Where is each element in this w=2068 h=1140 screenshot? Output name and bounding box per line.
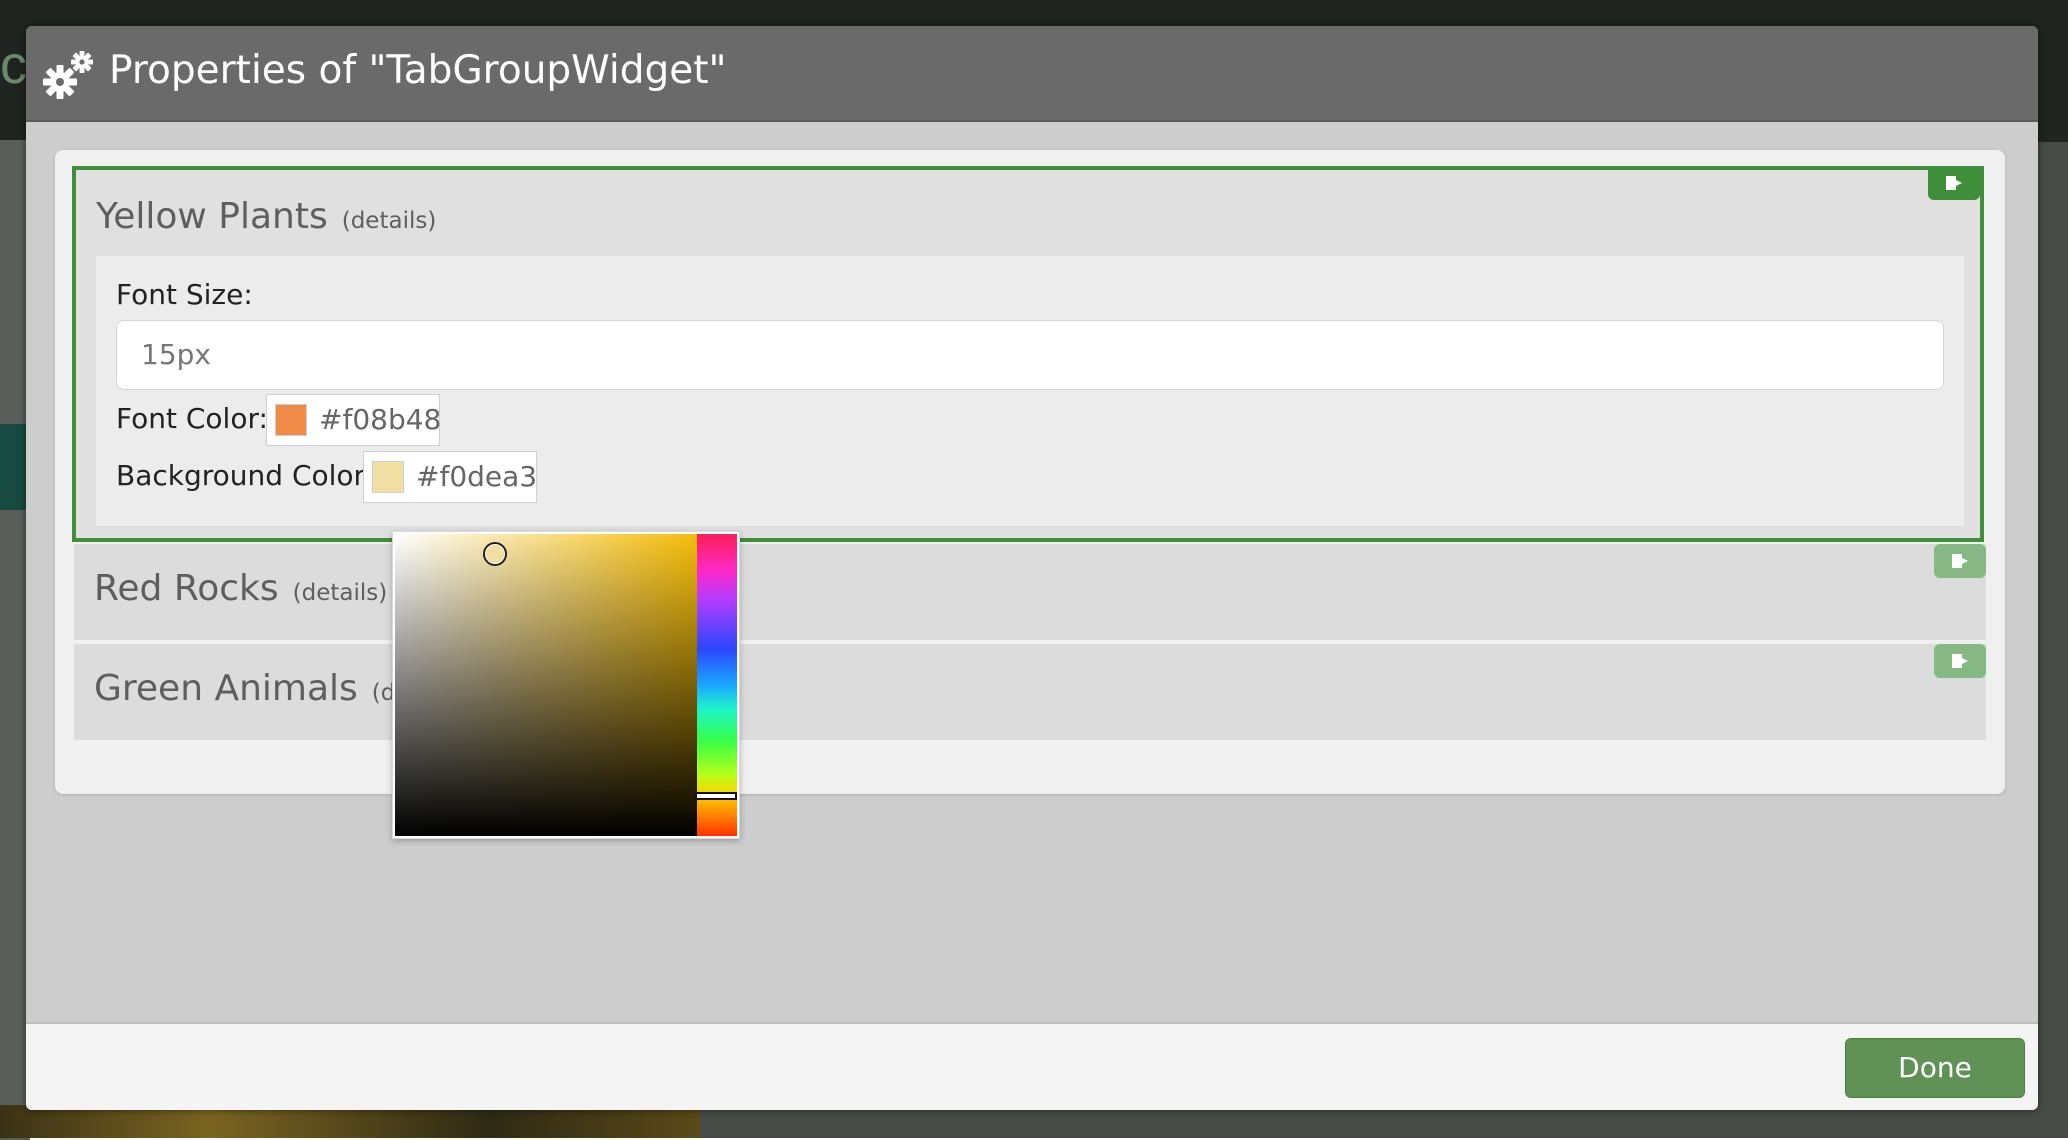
background-color-field[interactable]: #f0dea3 [363, 451, 537, 503]
font-color-label: Font Color: [116, 402, 268, 435]
hue-slider-handle[interactable] [695, 792, 737, 800]
tab-toggle-button[interactable] [1934, 644, 1986, 678]
dialog-title: Properties of "TabGroupWidget" [109, 48, 727, 93]
tab-title-label: Red Rocks [94, 568, 279, 609]
hue-slider[interactable] [697, 534, 737, 836]
tab-section-green-animals: Green Animals(details) [74, 644, 1986, 740]
gears-icon [43, 51, 93, 99]
tab-details-link[interactable]: (details) [342, 208, 437, 234]
font-size-label: Font Size: [116, 278, 253, 311]
font-color-swatch[interactable] [275, 404, 307, 436]
tab-toggle-icon [1952, 554, 1968, 568]
background-color-label: Background Color: [116, 459, 374, 492]
font-color-hex: #f08b48 [319, 403, 442, 436]
done-button[interactable]: Done [1845, 1038, 2025, 1098]
background-logo-fragment: c [0, 35, 27, 95]
tab-title-red-rocks[interactable]: Red Rocks (details) [94, 568, 387, 609]
background-color-hex: #f0dea3 [416, 460, 538, 493]
tab-properties-box: Font Size: 15px Font Color: #f08b48 Back… [96, 256, 1964, 526]
tab-title-label: Green Animals [94, 668, 358, 709]
tab-group-panel: Yellow Plants (details) Font Size: 15px F… [55, 150, 2005, 794]
tab-toggle-icon [1946, 176, 1962, 190]
tab-toggle-button[interactable] [1934, 544, 1986, 578]
background-color-swatch[interactable] [372, 461, 404, 493]
properties-dialog: Properties of "TabGroupWidget" Yellow Pl… [26, 26, 2038, 1110]
tab-toggle-button[interactable] [1928, 166, 1980, 200]
tab-details-link[interactable]: (details) [293, 580, 388, 606]
saturation-value-handle[interactable] [483, 542, 507, 566]
dialog-header: Properties of "TabGroupWidget" [26, 26, 2038, 122]
tab-section-yellow-plants: Yellow Plants (details) Font Size: 15px F… [72, 166, 1984, 542]
font-size-input[interactable]: 15px [116, 320, 1944, 390]
tab-title-yellow-plants[interactable]: Yellow Plants (details) [96, 196, 436, 237]
saturation-value-area[interactable] [395, 534, 697, 836]
dialog-footer: Done [26, 1022, 2038, 1110]
tab-title-label: Yellow Plants [96, 196, 328, 237]
font-color-field[interactable]: #f08b48 [266, 394, 442, 446]
color-picker-popup [392, 531, 740, 839]
tab-section-red-rocks: Red Rocks (details) [74, 544, 1986, 640]
tab-toggle-icon [1952, 654, 1968, 668]
